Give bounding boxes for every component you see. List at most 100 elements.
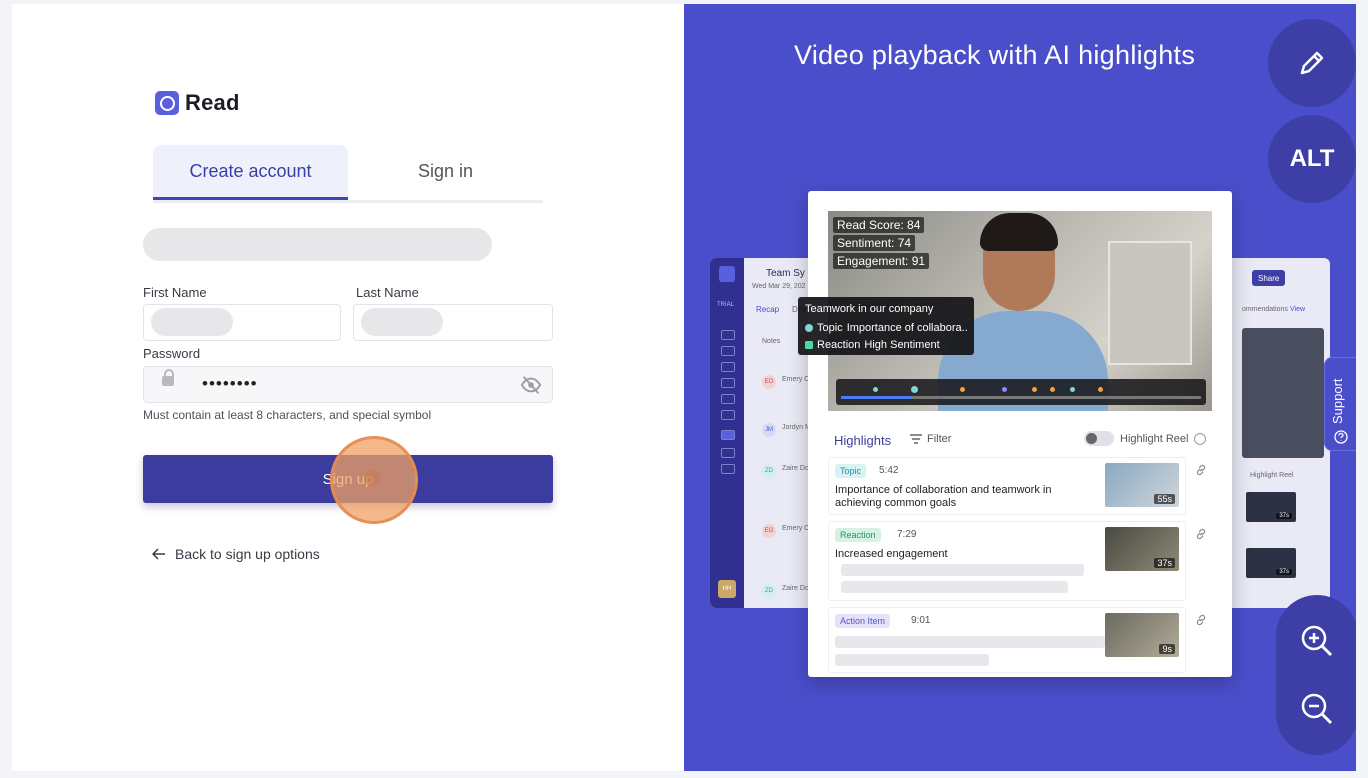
link-icon[interactable] [1194, 527, 1208, 541]
highlight-item[interactable]: Reaction 7:29 Increased engagement 37s [828, 521, 1186, 601]
password-value: •••••••• [202, 374, 258, 393]
action-item-chip-label: Action Item [840, 616, 886, 626]
arrow-left-icon [152, 548, 165, 560]
highlight-item[interactable]: Topic 5:42 Importance of collaboration a… [828, 457, 1186, 515]
app-frame: Read Create account Sign in First Name L… [12, 4, 1356, 771]
bg-nav-icon [721, 448, 735, 458]
link-icon[interactable] [1194, 463, 1208, 477]
tab-sign-in[interactable]: Sign in [348, 145, 543, 197]
read-logo-icon [155, 91, 179, 115]
engagement-badge: Engagement: 91 [833, 253, 930, 269]
bg-reel-thumb: 37s [1246, 492, 1296, 522]
highlights-card: Read Score: 84 Sentiment: 74 Engagement:… [798, 191, 1232, 677]
pencil-icon [1300, 51, 1324, 75]
highlight-thumbnail[interactable]: 55s [1105, 463, 1179, 507]
highlight-reel-toggle[interactable] [1084, 431, 1114, 446]
text-skeleton [841, 564, 1084, 576]
bg-speaker-avatar: JM [762, 423, 776, 437]
bg-nav-icon [721, 378, 735, 388]
timeline-progress [841, 396, 911, 399]
bg-nav-icon [721, 410, 735, 420]
eye-off-icon[interactable] [520, 374, 542, 396]
loading-placeholder [143, 228, 492, 261]
bg-video-thumbnail [1242, 328, 1324, 458]
last-name-field[interactable] [353, 304, 553, 341]
info-icon[interactable] [1194, 433, 1206, 445]
zoom-out-icon[interactable] [1297, 689, 1337, 729]
highlight-duration: 55s [1154, 494, 1175, 504]
timeline-marker[interactable] [1098, 387, 1103, 392]
topic-chip: Topic [835, 464, 867, 478]
lock-icon [162, 369, 174, 386]
read-score-badge: Read Score: 84 [833, 217, 925, 233]
promo-panel: Video playback with AI highlights TRIAL … [684, 4, 1356, 771]
bg-speaker-avatar: ZD [762, 464, 776, 478]
filter-button[interactable]: Filter [910, 433, 951, 445]
video-timeline[interactable] [836, 379, 1206, 405]
text-skeleton [835, 654, 989, 666]
logo-text: Read [185, 90, 240, 115]
highlight-thumbnail[interactable]: 9s [1105, 613, 1179, 657]
bg-nav-icon [721, 330, 735, 340]
bg-nav-icon [721, 464, 735, 474]
timeline-marker[interactable] [911, 386, 918, 393]
tooltip-reaction-row: Reaction High Sentiment [805, 339, 940, 351]
timeline-marker[interactable] [1032, 387, 1037, 392]
bg-view-link: View [1290, 306, 1306, 313]
timeline-marker[interactable] [1050, 387, 1055, 392]
timeline-marker[interactable] [1002, 387, 1007, 392]
sign-up-button[interactable]: Sign up [143, 455, 553, 503]
bg-nav-icon [721, 394, 735, 404]
tooltip-reaction-text: High Sentiment [864, 339, 940, 351]
sentiment-badge: Sentiment: 74 [833, 235, 916, 251]
bg-speaker-avatar: EG [762, 524, 776, 538]
tooltip-reaction-label: Reaction [817, 339, 861, 351]
support-label: Support [1330, 378, 1345, 424]
highlight-text: Importance of collaboration and teamwork… [835, 484, 1052, 509]
highlight-item[interactable]: Action Item 9:01 9s [828, 607, 1186, 673]
support-tab[interactable]: Support [1324, 357, 1356, 451]
password-label: Password [143, 346, 201, 361]
promo-heading: Video playback with AI highlights [794, 40, 1196, 70]
bg-trial: TRIAL [717, 302, 735, 308]
highlight-reel-label: Highlight Reel [1120, 433, 1189, 445]
bg-speaker-name: Emery C [782, 376, 810, 383]
password-hint: Must contain at least 8 characters, and … [143, 408, 432, 422]
tooltip-topic-text: Importance of collabora.. [846, 322, 968, 334]
highlight-text: Increased engagement [835, 548, 948, 560]
bg-nav-icon [721, 346, 735, 356]
reaction-dot-icon [805, 341, 813, 349]
first-name-placeholder [151, 308, 233, 336]
text-skeleton [835, 636, 1105, 648]
auth-tabs: Create account Sign in [153, 145, 543, 203]
tab-create-account[interactable]: Create account [153, 145, 348, 200]
password-field[interactable]: •••••••• [143, 366, 553, 403]
highlight-thumbnail[interactable]: 37s [1105, 527, 1179, 571]
highlight-time: 5:42 [879, 465, 899, 476]
timeline-marker[interactable] [960, 387, 965, 392]
help-circle-icon [1334, 430, 1348, 444]
filter-icon [910, 434, 922, 444]
link-icon[interactable] [1194, 613, 1208, 627]
highlight-duration: 37s [1154, 558, 1175, 568]
alt-text-button[interactable]: ALT [1268, 115, 1356, 203]
tooltip-topic-label: Topic [817, 322, 843, 334]
edit-button[interactable] [1268, 19, 1356, 107]
topic-dot-icon [805, 324, 813, 332]
click-indicator-dot [364, 470, 380, 486]
bg-date: Wed Mar 29, 202 [752, 283, 806, 290]
bg-notes: Notes [762, 338, 781, 345]
back-link[interactable]: Back to sign up options [152, 546, 320, 562]
timeline-marker[interactable] [873, 387, 878, 392]
bg-sidebar: TRIAL HH [710, 258, 744, 608]
bg-speaker-name: Emery C [782, 525, 810, 532]
bg-user-avatar: HH [718, 580, 736, 598]
first-name-field[interactable] [143, 304, 341, 341]
timeline-marker[interactable] [1070, 387, 1075, 392]
last-name-placeholder [361, 308, 443, 336]
bg-speaker-name: Zaire Dc [782, 465, 809, 472]
video-person-hair [980, 213, 1058, 251]
bg-speaker-name: Zaire Dc [782, 585, 809, 592]
zoom-in-icon[interactable] [1297, 621, 1337, 661]
bg-logo-icon [719, 266, 735, 282]
